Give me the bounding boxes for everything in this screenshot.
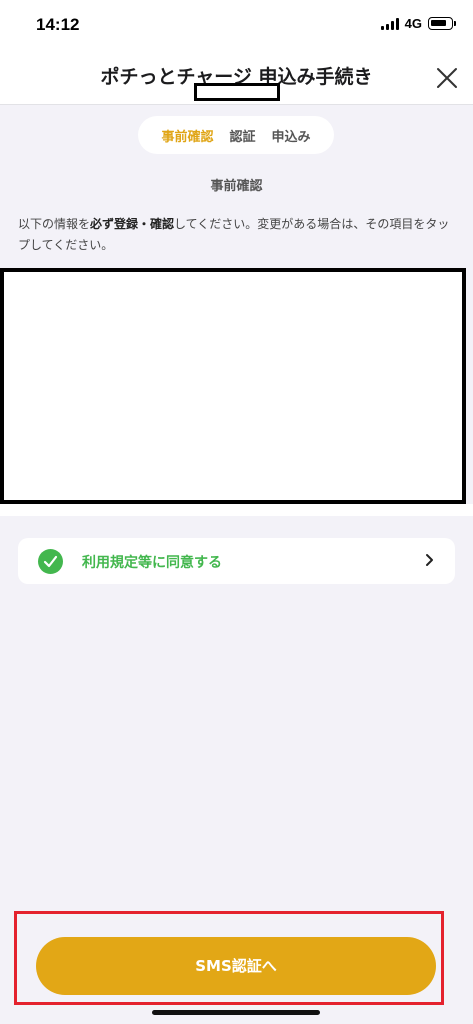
home-indicator — [152, 1010, 320, 1015]
chevron-right-icon — [426, 554, 433, 566]
sms-auth-button[interactable]: SMS認証へ — [36, 937, 436, 995]
redacted-info-area — [0, 268, 466, 504]
info-text: 以下の情報を必ず登録・確認してください。変更がある場合は、その項目をタップしてく… — [18, 214, 458, 256]
status-bar: 14:12 4G — [0, 0, 473, 48]
step-authentication: 認証 — [229, 129, 256, 145]
step-application: 申込み — [271, 129, 311, 145]
check-icon — [38, 549, 63, 574]
section-heading: 事前確認 — [210, 179, 263, 194]
info-text-bold: 必ず登録・確認 — [90, 217, 175, 231]
close-button[interactable] — [435, 66, 459, 90]
agree-terms-row[interactable]: 利用規定等に同意する — [18, 538, 455, 584]
battery-icon — [428, 17, 456, 30]
info-text-prefix: 以下の情報を — [18, 217, 91, 231]
step-indicator: 事前確認 認証 申込み — [138, 116, 334, 154]
step-pre-check: 事前確認 — [161, 129, 214, 145]
signal-icon — [380, 17, 399, 30]
close-icon — [437, 68, 457, 88]
network-type: 4G — [404, 16, 422, 31]
agree-terms-label: 利用規定等に同意する — [82, 555, 222, 571]
status-indicators: 4G — [380, 16, 456, 31]
status-time: 14:12 — [36, 15, 80, 34]
redaction-box — [194, 83, 280, 101]
divider-strip — [0, 504, 473, 516]
